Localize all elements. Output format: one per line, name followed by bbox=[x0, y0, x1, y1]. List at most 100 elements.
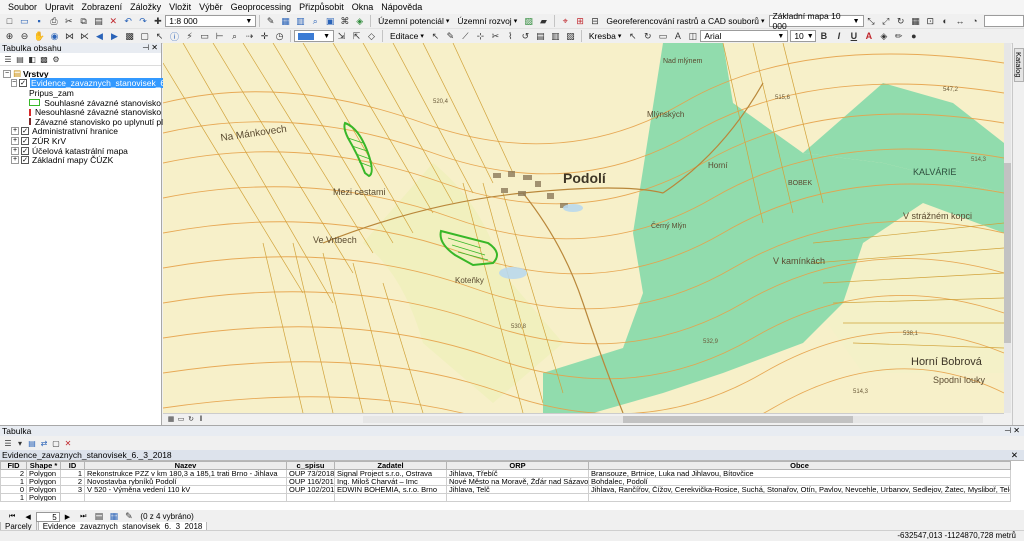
fit-icon[interactable]: ⊡ bbox=[924, 15, 937, 28]
modelbuilder-icon[interactable]: ◈ bbox=[353, 15, 366, 28]
kresba-dropdown[interactable]: Kresba ▾ bbox=[585, 31, 625, 41]
menu-vyber[interactable]: Výběr bbox=[195, 0, 227, 14]
table-row[interactable]: 1 Polygon 2 Novostavba rybníků Podolí OU… bbox=[0, 477, 1011, 486]
search-window-icon[interactable]: ⌕ bbox=[309, 15, 322, 28]
pointer2-icon[interactable]: ⇱ bbox=[350, 30, 363, 43]
table-cell[interactable]: Rekonstrukce PZZ v km 180,3 a 185,1 trat… bbox=[84, 469, 287, 478]
graphics-icon[interactable]: ◫ bbox=[686, 30, 699, 43]
go-to-xy-icon[interactable]: ✛ bbox=[258, 30, 271, 43]
menu-zobrazeni[interactable]: Zobrazení bbox=[78, 0, 127, 14]
last-record-icon[interactable]: ⏭ bbox=[80, 513, 86, 521]
fixed-zoom-in-icon[interactable]: ⋈ bbox=[63, 30, 76, 43]
save-icon[interactable]: ▪ bbox=[33, 15, 46, 28]
find-icon[interactable]: ⌕ bbox=[228, 30, 241, 43]
scroll-thumb[interactable] bbox=[1004, 163, 1011, 343]
catalog-tab[interactable]: Katalog bbox=[1014, 48, 1024, 82]
first-record-icon[interactable]: ⏮ bbox=[9, 513, 15, 521]
rectangle-icon[interactable]: ▭ bbox=[656, 30, 669, 43]
tree-item-ukm[interactable]: + ✓ Účelová katastrální mapa bbox=[0, 146, 161, 156]
table-options-icon[interactable]: ☰ bbox=[3, 438, 13, 448]
table-cell[interactable]: Polygon bbox=[26, 469, 61, 478]
collapse-icon[interactable]: − bbox=[11, 79, 18, 88]
table-cell[interactable] bbox=[60, 493, 85, 502]
table-pin-close[interactable]: ⊣ ✕ bbox=[1004, 426, 1020, 436]
underline-button[interactable]: U bbox=[847, 30, 860, 43]
zoom-in-icon[interactable]: ⊕ bbox=[3, 30, 16, 43]
attributes-icon[interactable]: ▤ bbox=[534, 30, 547, 43]
folder-tool-icon[interactable]: ▰ bbox=[537, 15, 550, 28]
clear-selection-icon[interactable]: ▢ bbox=[138, 30, 151, 43]
table-cell[interactable]: Jihlava, Telč bbox=[446, 485, 589, 494]
cut-icon[interactable]: ✂ bbox=[62, 15, 75, 28]
column-header[interactable]: Zadatel bbox=[334, 461, 447, 470]
tree-item-admin[interactable]: + ✓ Administrativní hranice bbox=[0, 126, 161, 136]
forward-icon[interactable]: ▶ bbox=[108, 30, 121, 43]
back-icon[interactable]: ◀ bbox=[93, 30, 106, 43]
font-color-button[interactable]: A bbox=[862, 30, 875, 43]
table-cell[interactable]: Nové Město na Moravě, Žďár nad Sázavou bbox=[446, 477, 589, 486]
add-data-icon[interactable]: ✚ bbox=[151, 15, 164, 28]
column-header[interactable]: Obce bbox=[588, 461, 1011, 470]
pointer-icon[interactable]: ⇲ bbox=[335, 30, 348, 43]
switch-selection-icon[interactable]: ⇄ bbox=[39, 438, 49, 448]
table-cell[interactable]: 1 bbox=[60, 469, 85, 478]
table-cell[interactable]: EDWIN BOHEMIA, s.r.o. Brno bbox=[334, 485, 447, 494]
toc-window-icon[interactable]: ▦ bbox=[279, 15, 292, 28]
table-cell[interactable]: 2 bbox=[0, 469, 27, 478]
copy-icon[interactable]: ⧉ bbox=[77, 15, 90, 28]
split-icon[interactable]: ⌇ bbox=[504, 30, 517, 43]
snapping-icon[interactable]: ⊟ bbox=[589, 15, 602, 28]
column-header[interactable]: c_spisu bbox=[286, 461, 335, 470]
measure-tool-icon[interactable]: ⊞ bbox=[574, 15, 587, 28]
rotate-icon[interactable]: ↻ bbox=[894, 15, 907, 28]
previous-record-icon[interactable]: ◀ bbox=[25, 513, 30, 521]
tree-item-zm[interactable]: + ✓ Základní mapy ČÚZK bbox=[0, 155, 161, 165]
uzemni-potencial-dropdown[interactable]: Územní potenciál ▾ bbox=[374, 16, 453, 26]
delete-selected-icon[interactable]: ✕ bbox=[63, 438, 73, 448]
visibility-checkbox[interactable]: ✓ bbox=[21, 156, 29, 165]
select-elements-icon[interactable]: ↖ bbox=[153, 30, 166, 43]
table-cell[interactable]: 1 bbox=[0, 493, 27, 502]
related-tables-icon[interactable]: ▾ bbox=[15, 438, 25, 448]
clear-selection2-icon[interactable]: ▢ bbox=[51, 438, 61, 448]
swipe-icon[interactable]: ↔ bbox=[954, 15, 967, 28]
print-icon[interactable]: ⎙ bbox=[48, 15, 61, 28]
table-cell[interactable] bbox=[84, 493, 287, 502]
table-cell[interactable] bbox=[446, 493, 589, 502]
table-cell[interactable]: OUP 116/2018 bbox=[286, 477, 335, 486]
new-icon[interactable]: □ bbox=[3, 15, 16, 28]
vertex-icon[interactable]: ◇ bbox=[365, 30, 378, 43]
time-slider-icon[interactable]: ◷ bbox=[273, 30, 286, 43]
scale-combo[interactable]: 1:8 000 ▼ bbox=[165, 15, 257, 27]
menu-upravit[interactable]: Upravit bbox=[41, 0, 78, 14]
bold-button[interactable]: B bbox=[817, 30, 830, 43]
table-cell[interactable] bbox=[334, 493, 447, 502]
layer-combo[interactable]: ▼ bbox=[294, 30, 334, 42]
pan-icon[interactable]: ✋ bbox=[33, 30, 46, 43]
table-cell[interactable]: 1 bbox=[0, 477, 27, 486]
table-cell[interactable]: Novostavba rybníků Podolí bbox=[84, 477, 287, 486]
find-route-icon[interactable]: ⇢ bbox=[243, 30, 256, 43]
italic-button[interactable]: I bbox=[832, 30, 845, 43]
uzemni-rozvoj-dropdown[interactable]: Územní rozvoj ▾ bbox=[453, 16, 521, 26]
menu-vlozit[interactable]: Vložit bbox=[165, 0, 195, 14]
column-header[interactable]: ORP bbox=[446, 461, 589, 470]
column-header[interactable]: FID bbox=[0, 461, 27, 470]
select-by-attributes-icon[interactable]: ▤ bbox=[27, 438, 37, 448]
fill-color-icon[interactable]: ◈ bbox=[877, 30, 890, 43]
font-size-combo[interactable]: 10 ▼ bbox=[790, 30, 817, 42]
table-cell[interactable]: Bransouze, Brtnice, Luka nad Jihlavou, B… bbox=[588, 469, 1011, 478]
horizontal-scrollbar[interactable] bbox=[363, 416, 983, 423]
table-row[interactable]: 2 Polygon 1 Rekonstrukce PZZ v km 180,3 … bbox=[0, 469, 1011, 478]
table-row[interactable]: 1 Polygon bbox=[0, 493, 1011, 502]
table-cell[interactable]: 2 bbox=[60, 477, 85, 486]
table-cell[interactable]: Polygon bbox=[26, 485, 61, 494]
line-color-icon[interactable]: ✏ bbox=[892, 30, 905, 43]
pause-icon[interactable]: ‖ bbox=[197, 415, 205, 423]
table-cell[interactable]: Bohdalec, Podolí bbox=[588, 477, 1011, 486]
undo-icon[interactable]: ↶ bbox=[122, 15, 135, 28]
basemap-combo[interactable]: Základní mapa 10 000 ▼ bbox=[768, 11, 864, 31]
xy-tool-icon[interactable]: ⌖ bbox=[559, 15, 572, 28]
table-cell[interactable]: Jihlava, Třebíč bbox=[446, 469, 589, 478]
menu-prizpusobit[interactable]: Přizpůsobit bbox=[295, 0, 348, 14]
